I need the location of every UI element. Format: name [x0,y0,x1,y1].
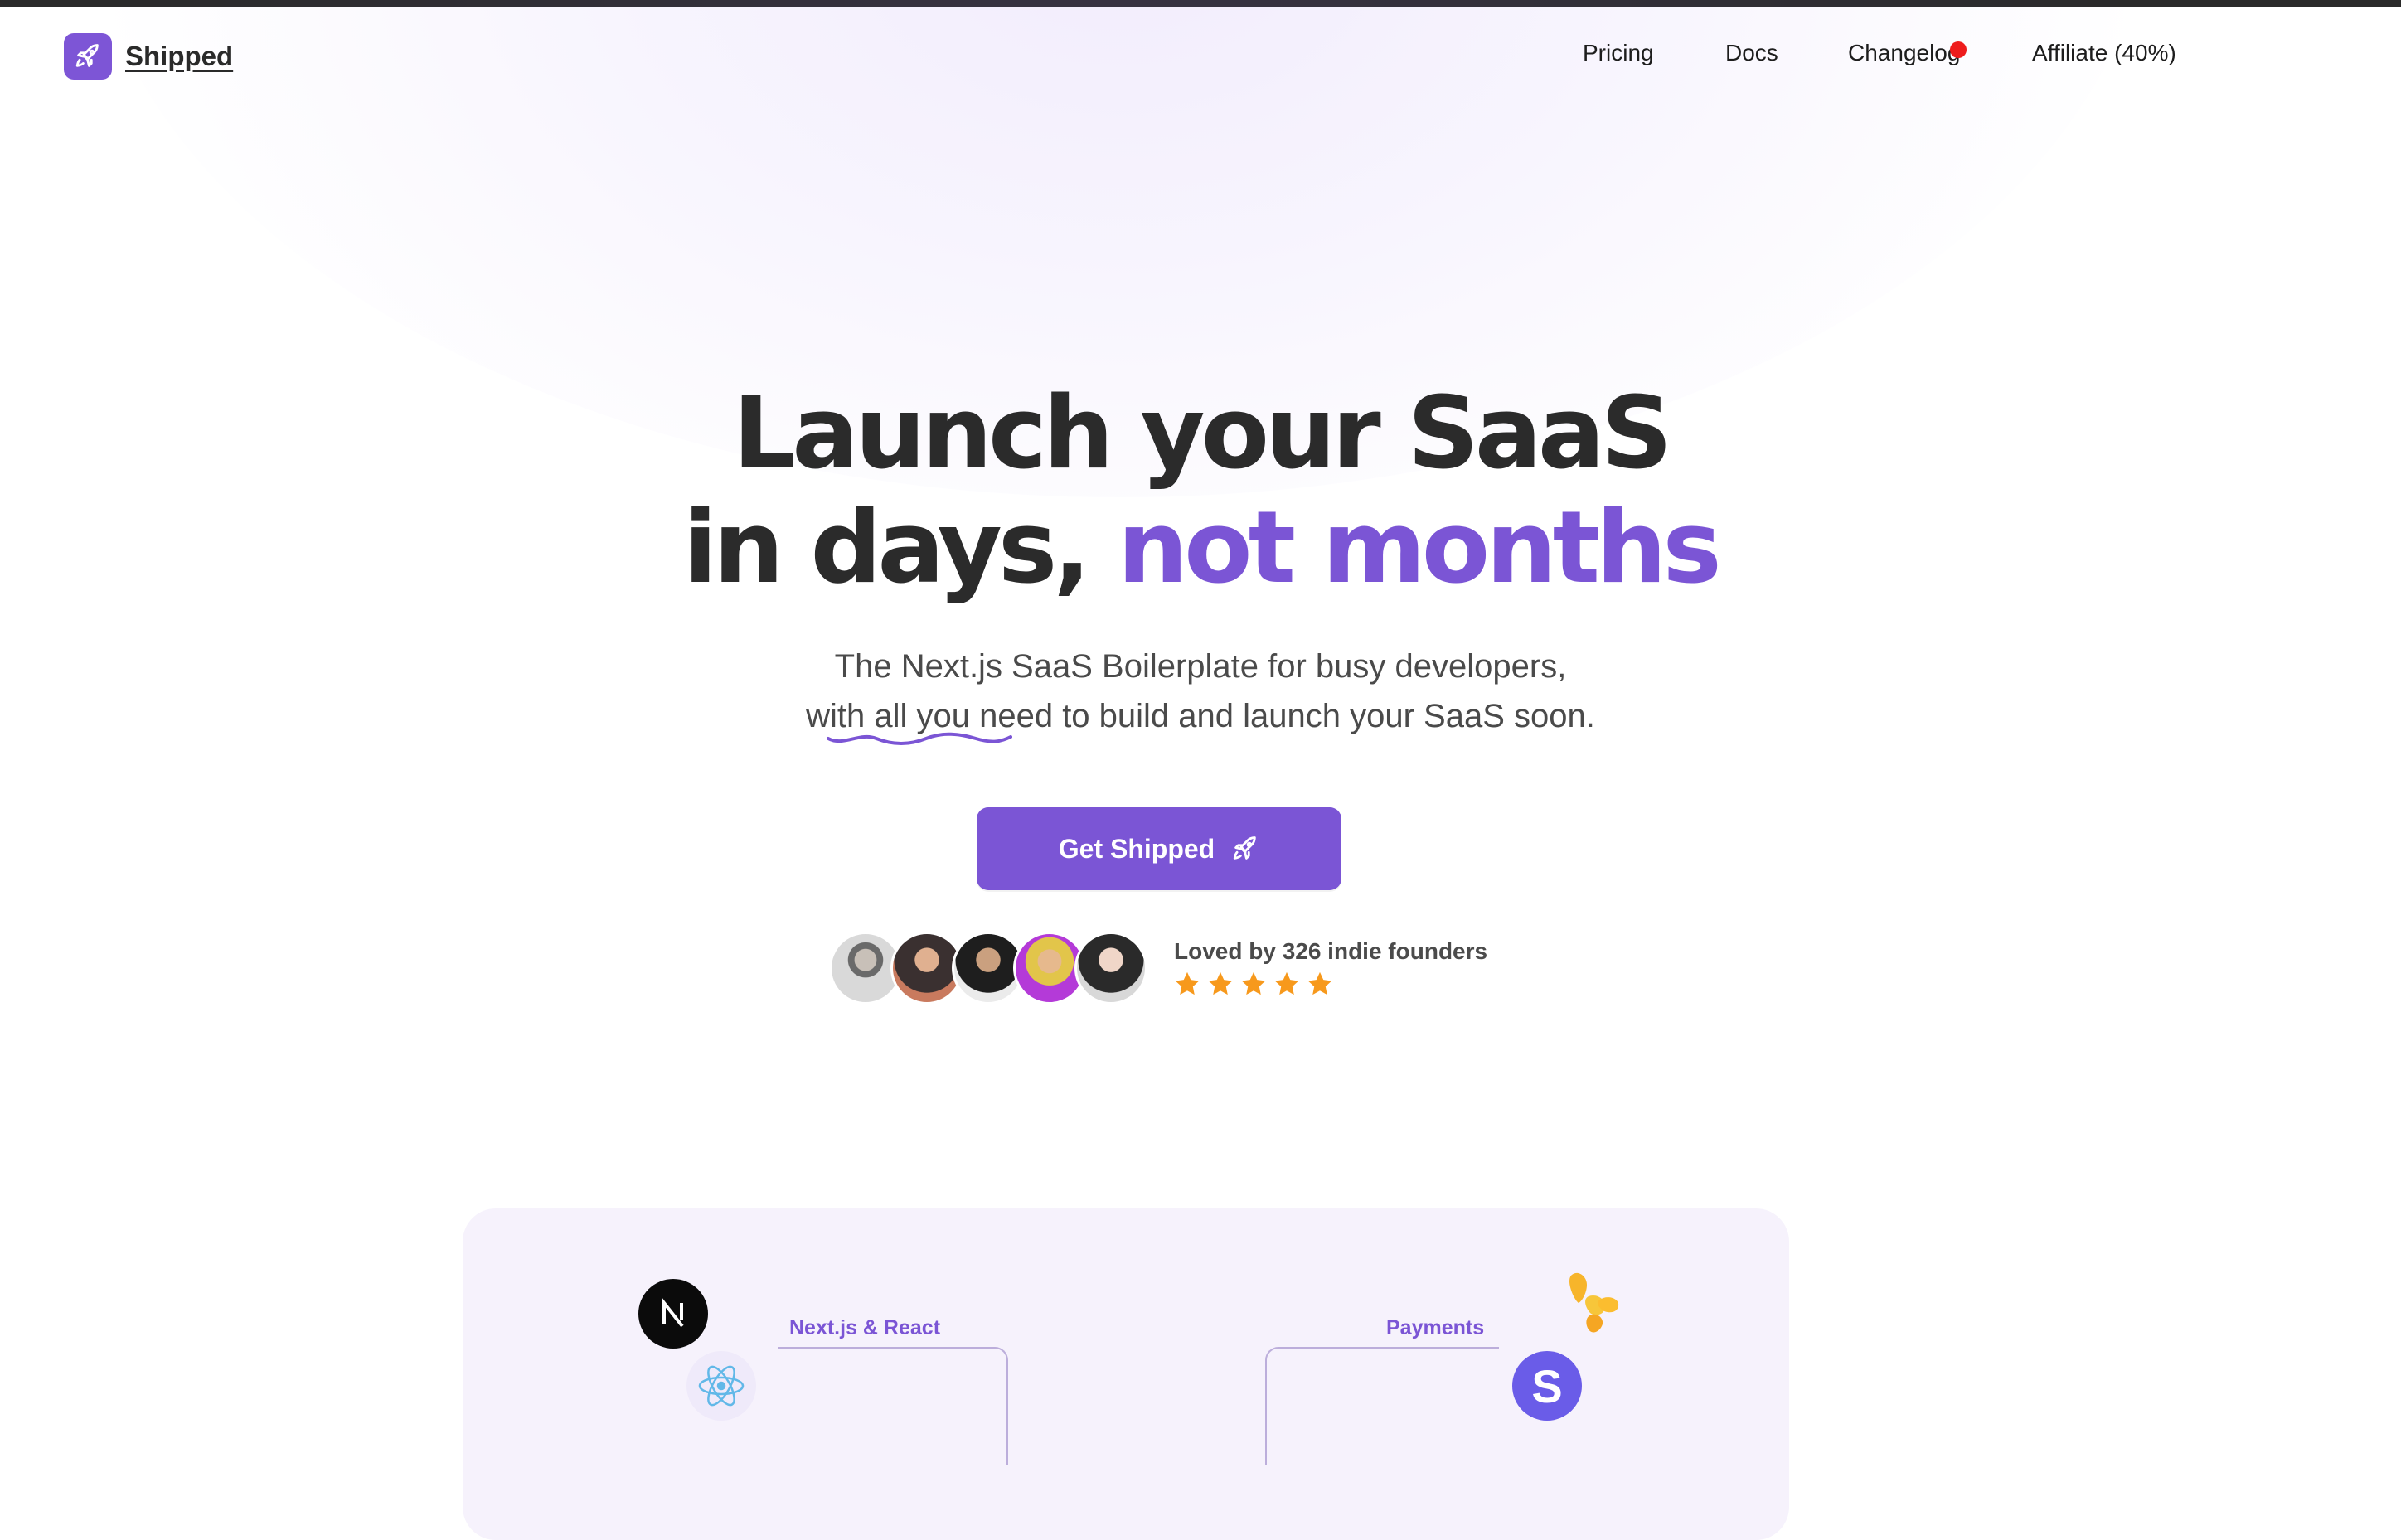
star-icon [1175,971,1200,995]
underline-squiggle [827,732,1012,745]
star-icon [1241,971,1266,995]
rating-stars [1172,970,1335,998]
stripe-icon: S [1512,1351,1582,1421]
social-proof-text: Loved by 326 indie founders [1174,938,1488,964]
star-icon [1307,971,1332,995]
hero-subtitle-line2: with all you need to build and launch yo… [806,698,1595,734]
headline-accent-text: not months [1117,491,1722,606]
nav-affiliate-link[interactable]: Affiliate (40%) [2032,40,2176,66]
star-icon [1208,971,1233,995]
features-card [463,1208,1789,1540]
star-icon [1274,971,1299,995]
rocket-icon [1234,836,1256,860]
brand-logo-link[interactable]: Shipped [64,33,233,80]
nav-pricing-link[interactable]: Pricing [1583,40,1654,66]
avatar-5 [1074,932,1147,1005]
cta-label: Get Shipped [1058,833,1215,864]
feature-label-nextjs: Next.js & React [789,1316,941,1339]
nav-docs-link[interactable]: Docs [1725,40,1778,66]
top-navigation: Shipped Pricing Docs Changelog Affiliate… [0,0,2401,116]
lemonsqueezy-icon [1569,1272,1619,1333]
rocket-logo-icon [64,33,112,80]
react-icon [686,1351,756,1421]
hero-headline-line1: Launch your SaaS [732,376,1673,492]
hero-headline-line2: in days, not months [0,499,2401,598]
feature-label-payments: Payments [1386,1316,1485,1339]
brand-name: Shipped [125,41,234,71]
changelog-notification-dot [1950,41,1967,58]
nextjs-icon [638,1279,708,1349]
headline-plain-text: in days, [683,491,1091,606]
get-shipped-button[interactable]: Get Shipped [977,807,1341,890]
connector-line-nextjs [778,1347,1008,1465]
connector-line-payments [1265,1347,1499,1465]
nav-changelog-link[interactable]: Changelog [1848,40,1960,66]
hero-subtitle-line1: The Next.js SaaS Boilerplate for busy de… [834,648,1567,685]
